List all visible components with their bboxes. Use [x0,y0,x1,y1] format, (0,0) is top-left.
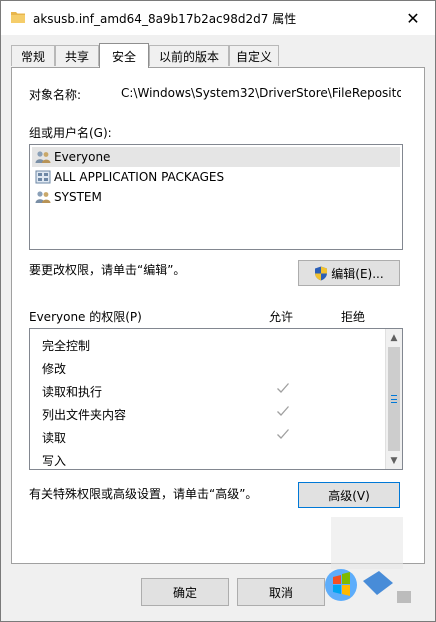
allow-checkmark-icon [277,429,289,439]
packages-icon [35,170,51,184]
permissions-header: Everyone 的权限(P) [29,310,142,324]
edit-button-label: 编辑(E)... [331,266,384,281]
tab-customize[interactable]: 自定义 [229,45,279,66]
advanced-hint: 有关特殊权限或高级设置，请单击“高级”。 [29,487,258,501]
scroll-down-icon[interactable]: ▼ [386,452,402,469]
tab-sharing[interactable]: 共享 [55,45,99,66]
object-name-label: 对象名称: [29,88,82,102]
close-button[interactable]: ✕ [401,7,425,29]
permissions-scrollbar[interactable]: ▲ ▼ [385,329,402,469]
scroll-grip-icon [391,395,397,403]
permission-name: 修改 [42,362,67,376]
allow-column-header: 允许 [269,310,294,324]
users-icon [35,151,51,163]
advanced-button-label: 高级(V) [328,488,370,503]
allow-checkmark-icon [277,383,289,393]
permission-row-read: 读取 [30,425,385,448]
user-item-everyone[interactable]: Everyone [32,147,400,167]
tab-previous-versions[interactable]: 以前的版本 [149,45,229,66]
security-panel: 对象名称: C:\Windows\System32\DriverStore\Fi… [11,67,425,564]
title-bar[interactable]: aksusb.inf_amd64_8a9b17b2ac98d2d7 属性 ✕ [1,1,435,35]
user-item-system[interactable]: SYSTEM [32,187,400,207]
change-permissions-hint: 要更改权限，请单击“编辑”。 [29,263,186,277]
permission-name: 完全控制 [42,339,91,353]
edit-button[interactable]: 编辑(E)... [298,260,400,286]
scroll-thumb[interactable] [388,347,400,451]
folder-icon [11,12,25,23]
cancel-button[interactable]: 取消 [237,578,325,606]
cancel-button-label: 取消 [268,585,293,600]
user-name: SYSTEM [54,190,102,204]
uac-shield-icon [315,266,328,280]
permission-name: 写入 [42,454,67,468]
user-name: ALL APPLICATION PACKAGES [54,170,225,184]
permission-name: 读取和执行 [42,385,103,399]
group-users-label: 组或用户名(G): [29,126,112,140]
permission-name: 列出文件夹内容 [42,408,127,422]
permission-row-full-control: 完全控制 [30,333,385,356]
ok-button-label: 确定 [172,585,197,600]
user-list[interactable]: Everyone ALL APPLICATION PACKAGES SYSTEM [29,144,403,250]
allow-checkmark-icon [277,406,289,416]
permission-row-write: 写入 [30,448,385,469]
permission-row-read-execute: 读取和执行 [30,379,385,402]
properties-window: aksusb.inf_amd64_8a9b17b2ac98d2d7 属性 ✕ 常… [0,0,436,622]
permission-row-modify: 修改 [30,356,385,379]
user-item-all-application-packages[interactable]: ALL APPLICATION PACKAGES [32,167,400,187]
object-name-value: C:\Windows\System32\DriverStore\FileRepo… [121,86,401,100]
advanced-button[interactable]: 高级(V) [298,482,400,508]
deny-column-header: 拒绝 [341,310,366,324]
scroll-up-icon[interactable]: ▲ [386,329,402,346]
close-icon: ✕ [406,8,420,28]
windows-logo-watermark-icon [325,517,411,603]
user-name: Everyone [54,150,111,164]
window-title: aksusb.inf_amd64_8a9b17b2ac98d2d7 属性 [33,12,297,26]
ok-button[interactable]: 确定 [141,578,229,606]
tab-general[interactable]: 常规 [11,45,55,66]
users-icon [35,191,51,203]
permission-row-list-folder: 列出文件夹内容 [30,402,385,425]
tab-security[interactable]: 安全 [99,43,149,68]
permission-name: 读取 [42,431,67,445]
permissions-list[interactable]: 完全控制 修改 读取和执行 列出文件夹内容 读取 写入 ▲ ▼ [29,328,403,470]
